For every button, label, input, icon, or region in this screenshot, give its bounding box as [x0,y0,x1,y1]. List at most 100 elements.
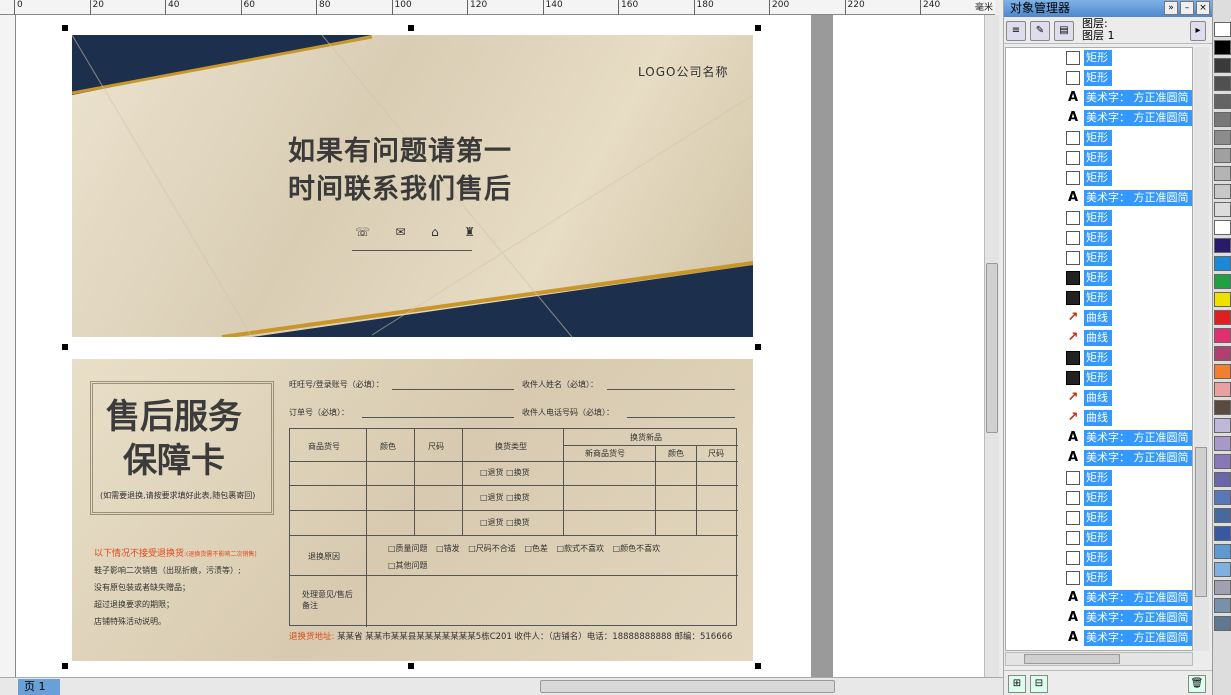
reason-size[interactable]: □尺码不合适 [468,544,516,553]
object-row[interactable]: 矩形 [1006,488,1192,508]
selection-handle[interactable] [755,663,761,669]
option-exchange[interactable]: □换货 [506,468,530,477]
color-swatch[interactable] [1214,40,1231,55]
color-swatch[interactable] [1214,22,1231,37]
object-row[interactable]: 矩形 [1006,268,1192,288]
object-row[interactable]: 矩形 [1006,148,1192,168]
color-swatch[interactable] [1214,328,1231,343]
color-swatch[interactable] [1214,580,1231,595]
color-swatch[interactable] [1214,508,1231,523]
color-swatch[interactable] [1214,184,1231,199]
object-row[interactable]: 矩形 [1006,288,1192,308]
scroll-thumb[interactable] [1195,447,1207,597]
color-swatch[interactable] [1214,544,1231,559]
color-swatch[interactable] [1214,76,1231,91]
reason-style[interactable]: □款式不喜欢 [556,544,604,553]
edit-layer-icon[interactable]: ✎ [1030,21,1050,41]
delete-icon[interactable]: 🗑 [1188,675,1206,693]
color-swatch[interactable] [1214,436,1231,451]
panel-vertical-scrollbar[interactable] [1194,47,1209,651]
object-row[interactable]: 矩形 [1006,548,1192,568]
color-swatch[interactable] [1214,346,1231,361]
color-swatch[interactable] [1214,112,1231,127]
color-swatch[interactable] [1214,202,1231,217]
scroll-thumb[interactable] [986,263,998,433]
object-row[interactable]: 矩形 [1006,168,1192,188]
reason-wrong-item[interactable]: □错发 [436,544,460,553]
selection-handle[interactable] [408,25,414,31]
color-swatch[interactable] [1214,616,1231,631]
color-swatch[interactable] [1214,130,1231,145]
card-back[interactable]: 售后服务 保障卡 (如需要退换,请按要求填好此表,随包裹寄回) 以下情况不接受退… [72,359,753,661]
canvas-vertical-scrollbar[interactable] [984,15,999,677]
object-row[interactable]: 矩形 [1006,248,1192,268]
new-master-layer-icon[interactable]: ⊟ [1030,675,1048,693]
object-row[interactable]: 矩形 [1006,468,1192,488]
color-swatch[interactable] [1214,472,1231,487]
selection-handle[interactable] [755,344,761,350]
panel-menu-icon[interactable]: ▸ [1190,21,1206,41]
color-swatch[interactable] [1214,400,1231,415]
object-row[interactable]: 矩形 [1006,208,1192,228]
object-row[interactable]: A 美术字： 方正准圆简 [1006,88,1192,108]
selection-handle[interactable] [408,663,414,669]
color-swatch[interactable] [1214,418,1231,433]
object-row[interactable]: 矩形 [1006,48,1192,68]
selection-handle[interactable] [755,25,761,31]
object-row[interactable]: 矩形 [1006,368,1192,388]
close-icon[interactable]: × [1196,1,1210,15]
object-row[interactable]: 矩形 [1006,68,1192,88]
object-row[interactable]: 矩形 [1006,348,1192,368]
object-row[interactable]: 矩形 [1006,528,1192,548]
scroll-thumb[interactable] [1024,654,1120,664]
page-tab[interactable]: 页 1 [18,679,60,695]
color-swatch[interactable] [1214,526,1231,541]
color-swatch[interactable] [1214,58,1231,73]
object-row[interactable]: A 美术字： 方正准圆简 [1006,448,1192,468]
object-row[interactable]: A 美术字： 方正准圆简 [1006,588,1192,608]
color-swatch[interactable] [1214,94,1231,109]
object-row[interactable]: A 美术字： 方正准圆简 [1006,628,1192,648]
object-row[interactable]: ↗ 曲线 [1006,408,1192,428]
color-swatch[interactable] [1214,310,1231,325]
color-swatch[interactable] [1214,292,1231,307]
color-swatch[interactable] [1214,148,1231,163]
option-return[interactable]: □退货 [480,468,504,477]
object-row[interactable]: ↗ 曲线 [1006,388,1192,408]
new-layer-icon[interactable]: ⊞ [1008,675,1026,693]
object-row[interactable]: 矩形 [1006,228,1192,248]
expand-icon[interactable]: » [1164,1,1178,15]
object-row[interactable]: ↗ 曲线 [1006,308,1192,328]
object-row[interactable]: 矩形 [1006,128,1192,148]
object-row[interactable]: 矩形 [1006,508,1192,528]
color-swatch[interactable] [1214,454,1231,469]
selection-handle[interactable] [62,344,68,350]
horizontal-scroll-thumb[interactable] [540,680,835,693]
layer-manager-icon[interactable]: ▤ [1054,21,1074,41]
card-front[interactable]: LOGO公司名称 如果有问题请第一 时间联系我们售后 ☏ ✉ ⌂ ♜ [72,35,753,337]
color-swatch[interactable] [1214,598,1231,613]
color-swatch[interactable] [1214,256,1231,271]
object-row[interactable]: ↗ 曲线 [1006,328,1192,348]
option-return[interactable]: □退货 [480,493,504,502]
color-swatch[interactable] [1214,364,1231,379]
object-row[interactable]: 矩形 [1006,568,1192,588]
minimize-icon[interactable]: – [1180,1,1194,15]
reason-color-diff[interactable]: □色差 [524,544,548,553]
selection-handle[interactable] [62,25,68,31]
object-row[interactable]: A 美术字： 方正准圆简 [1006,108,1192,128]
reason-other[interactable]: □其他问题 [388,560,428,571]
panel-horizontal-scrollbar[interactable] [1005,652,1193,666]
reason-quality[interactable]: □质量问题 [388,544,428,553]
color-swatch[interactable] [1214,562,1231,577]
color-swatch[interactable] [1214,238,1231,253]
option-exchange[interactable]: □换货 [506,518,530,527]
color-swatch[interactable] [1214,382,1231,397]
color-swatch[interactable] [1214,274,1231,289]
layers-icon[interactable]: ≡ [1006,21,1026,41]
color-swatch[interactable] [1214,490,1231,505]
object-row[interactable]: A 美术字： 方正准圆简 [1006,608,1192,628]
color-swatch[interactable] [1214,166,1231,181]
reason-color[interactable]: □颜色不喜欢 [613,544,661,553]
option-return[interactable]: □退货 [480,518,504,527]
